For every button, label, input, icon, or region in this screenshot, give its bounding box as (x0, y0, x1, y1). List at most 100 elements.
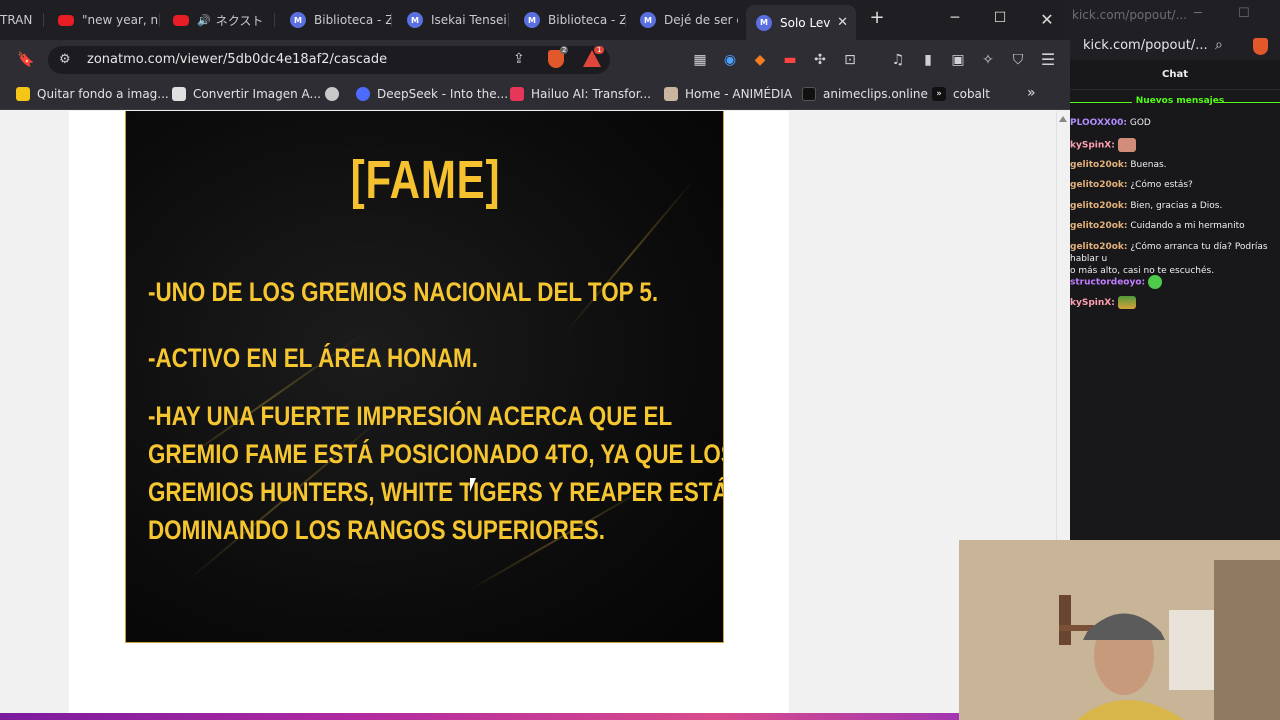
vpn-icon[interactable]: ⛉ (1008, 50, 1028, 70)
search-icon[interactable]: ⌕ (1215, 37, 1223, 53)
translate-icon[interactable]: ▦ (690, 50, 710, 70)
shields-badge: 2 (560, 46, 569, 54)
chat-username[interactable]: gelito20ok: (1070, 180, 1128, 190)
new-messages-divider: Nuevos mensajes (1070, 96, 1280, 108)
tab-6[interactable]: M Biblioteca - Z (524, 6, 626, 34)
toolbar: 🔖 ⚙ zonatmo.com/viewer/5db0dc4e18af2/cas… (0, 40, 1070, 80)
chat-message: gelito20ok: ¿Cómo arranca tu día? Podría… (1070, 241, 1275, 277)
tab-4[interactable]: M Biblioteca - Z (290, 6, 392, 34)
bookmark-item[interactable]: DeepSeek - Into the... (356, 87, 508, 101)
tab-5[interactable]: M Isekai Tensei (407, 6, 509, 34)
chat-message: gelito20ok: Cuidando a mi hermanito (1070, 220, 1275, 232)
site-settings-icon[interactable]: ⚙ (59, 52, 71, 67)
minimize-icon[interactable]: ─ (1194, 6, 1202, 21)
chat-text: GOD (1127, 118, 1151, 128)
tab-label: TRAN (0, 13, 33, 27)
screenshot-icon[interactable]: ⊡ (840, 50, 860, 70)
tab-label: Solo Lev (780, 15, 831, 30)
tab-7[interactable]: M Dejé de ser e (640, 6, 738, 34)
brave-shields-icon[interactable] (1253, 38, 1268, 55)
chat-username[interactable]: kySpinX: (1070, 141, 1115, 151)
chat-url: kick.com/popout/... (1083, 38, 1208, 53)
address-bar[interactable]: ⚙ zonatmo.com/viewer/5db0dc4e18af2/casca… (48, 46, 610, 74)
chat-username[interactable]: gelito20ok: (1070, 242, 1128, 252)
chat-message: gelito20ok: Bien, gracias a Dios. (1070, 200, 1275, 212)
extension-icon[interactable]: ▬ (780, 50, 800, 70)
bookmark-item[interactable]: Convertir Imagen A... (172, 87, 321, 101)
bookmark-item[interactable]: Hailuo AI: Transfor... (510, 87, 651, 101)
puzzle-icon[interactable]: ✣ (810, 50, 830, 70)
minimize-icon[interactable]: ─ (945, 10, 965, 26)
speaker-icon: 🔊 (197, 13, 211, 27)
music-icon[interactable]: ♫ (888, 50, 908, 70)
chat-username[interactable]: gelito20ok: (1070, 160, 1128, 170)
tab-label: "new year, n (82, 13, 159, 27)
bookmarks-bar: Quitar fondo a imag... Convertir Imagen … (0, 80, 1070, 110)
close-tab-icon[interactable]: ✕ (837, 15, 848, 30)
bookmark-item[interactable]: animeclips.online (802, 87, 928, 101)
webcam-overlay (959, 540, 1280, 720)
chat-message: kySpinX: (1070, 296, 1275, 309)
bookmark-label: animeclips.online (823, 87, 928, 101)
tab-label: Biblioteca - Z (548, 13, 626, 27)
tab-3[interactable]: 🔊 ネクスト (173, 6, 275, 34)
webcam-person-image (959, 540, 1280, 720)
url-text: zonatmo.com/viewer/5db0dc4e18af2/cascade (87, 52, 388, 67)
chat-title-url: kick.com/popout/... (1072, 8, 1188, 22)
leo-ai-icon[interactable]: ✧ (978, 50, 998, 70)
new-messages-label: Nuevos mensajes (1135, 96, 1225, 106)
chat-text: Bien, gracias a Dios. (1127, 201, 1223, 211)
scroll-up-icon[interactable] (1059, 116, 1067, 122)
globe-icon (325, 87, 339, 101)
bookmark-item[interactable]: » cobalt (932, 87, 990, 101)
maximize-icon[interactable]: ☐ (1238, 6, 1250, 21)
share-icon[interactable]: ⇪ (513, 51, 525, 67)
tab-1[interactable]: TRAN (0, 6, 44, 34)
maximize-icon[interactable]: ☐ (990, 10, 1010, 26)
bookmark-item[interactable]: Quitar fondo a imag... (16, 87, 169, 101)
chat-text: Buenas. (1127, 160, 1167, 170)
chat-address-bar[interactable]: kick.com/popout/... ⌕ (1070, 34, 1280, 60)
sidebar-icon[interactable]: ▮ (918, 50, 938, 70)
wallet-icon[interactable]: ▣ (948, 50, 968, 70)
audio-extension-icon[interactable]: ◉ (720, 50, 740, 70)
more-bookmarks-icon[interactable]: » (1027, 85, 1036, 101)
chat-message: PLOOXX00: GOD (1070, 117, 1275, 129)
chat-header: Chat (1070, 60, 1280, 90)
manga-page-image: [FAME] -UNO DE LOS GREMIOS NACIONAL DEL … (125, 111, 724, 643)
page-content: [FAME] -UNO DE LOS GREMIOS NACIONAL DEL … (0, 111, 1056, 720)
chat-username[interactable]: kySpinX: (1070, 298, 1115, 308)
background-strip (0, 713, 1070, 720)
manga-text-line: DOMINANDO LOS RANGOS SUPERIORES. (148, 515, 605, 545)
chat-username[interactable]: PLOOXX00: (1070, 118, 1127, 128)
metamask-icon[interactable]: ◆ (750, 50, 770, 70)
bookmark-item[interactable]: Home - ANIMÉDIA (664, 87, 792, 101)
chat-message: structordeoyo: (1070, 275, 1275, 289)
chat-username[interactable]: gelito20ok: (1070, 201, 1128, 211)
rewards-badge: 1 (594, 46, 605, 54)
youtube-icon (173, 14, 189, 26)
chat-message: gelito20ok: ¿Cómo estás? (1070, 179, 1275, 191)
chat-username[interactable]: gelito20ok: (1070, 221, 1128, 231)
emote-icon (1148, 275, 1163, 289)
bookmark-icon[interactable]: 🔖 (16, 50, 36, 70)
chat-username[interactable]: structordeoyo: (1070, 278, 1145, 288)
menu-icon[interactable]: ☰ (1038, 50, 1058, 70)
manga-title: [FAME] (350, 150, 501, 210)
bookmark-favicon (172, 87, 186, 101)
youtube-icon (58, 14, 74, 26)
cobalt-icon: » (932, 87, 946, 101)
tab-active[interactable]: M Solo Lev ✕ (746, 5, 856, 40)
bookmark-label: Home - ANIMÉDIA (685, 87, 793, 101)
bookmark-item[interactable] (325, 87, 346, 101)
close-window-icon[interactable]: ✕ (1037, 10, 1057, 29)
tab-label: Isekai Tensei (431, 13, 507, 27)
tab-bar: TRAN "new year, n 🔊 ネクスト M Biblioteca - … (0, 0, 1070, 40)
chat-text: Cuidando a mi hermanito (1127, 221, 1245, 231)
zonatmo-icon: M (407, 12, 423, 28)
zonatmo-icon: M (640, 12, 656, 28)
manga-text-line: -UNO DE LOS GREMIOS NACIONAL DEL TOP 5. (148, 277, 659, 307)
new-tab-icon[interactable]: + (867, 7, 887, 28)
tab-2[interactable]: "new year, n (58, 6, 160, 34)
chat-text: ¿Cómo estás? (1127, 180, 1193, 190)
